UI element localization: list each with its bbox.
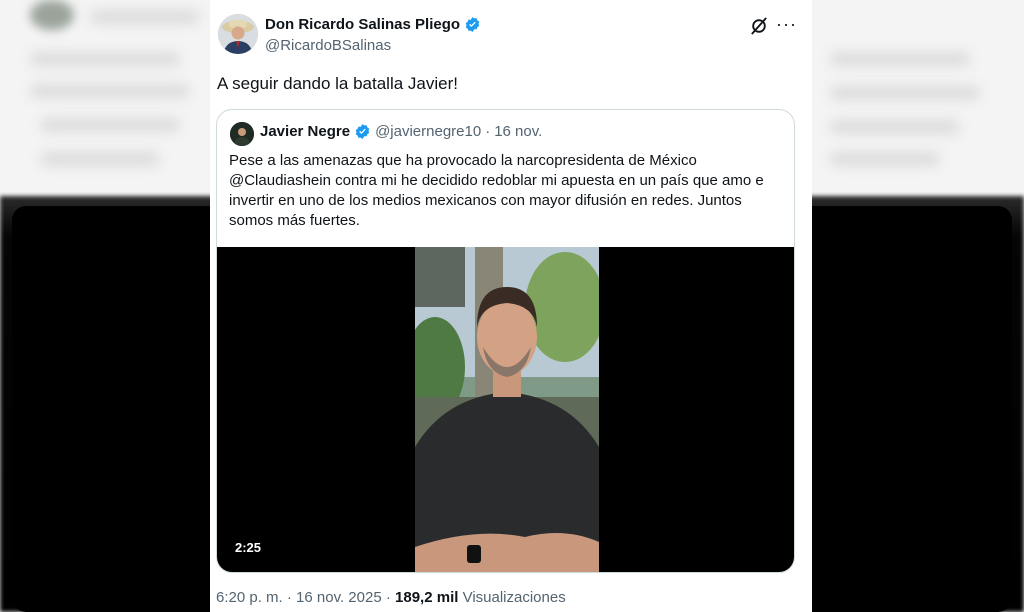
blurred-line (30, 52, 180, 66)
quoted-date[interactable]: 16 nov. (494, 123, 542, 140)
tweet-meta: 6:20 p. m. · 16 nov. 2025 · 189,2 mil Vi… (216, 589, 566, 606)
blurred-line (40, 118, 180, 132)
views-count[interactable]: 189,2 mil (395, 589, 458, 606)
video-thumbnail (415, 247, 599, 572)
separator-dot: · (286, 589, 292, 606)
author-name[interactable]: Don Ricardo Salinas Pliego (265, 16, 481, 33)
video-duration: 2:25 (235, 540, 262, 555)
blurred-line (830, 86, 980, 100)
verified-badge-icon (465, 17, 480, 32)
quoted-text: Pese a las amenazas que ha provocado la … (229, 152, 764, 229)
separator-dot: · (385, 589, 391, 606)
blurred-avatar (30, 0, 74, 30)
quoted-author-name[interactable]: Javier Negre (260, 123, 350, 140)
quoted-author-avatar[interactable] (230, 122, 254, 146)
views-label: Visualizaciones (462, 589, 566, 606)
blurred-line (830, 152, 940, 166)
tweet-text: A seguir dando la batalla Javier! (217, 74, 458, 93)
quoted-header: Javier Negre @javiernegre10 · 16 nov. (260, 123, 542, 140)
quoted-tweet[interactable]: Javier Negre @javiernegre10 · 16 nov. Pe… (216, 109, 795, 573)
blurred-line (90, 10, 200, 24)
quoted-author-handle[interactable]: @javiernegre10 (375, 123, 481, 140)
author-handle[interactable]: @RicardoBSalinas (265, 37, 391, 54)
avatar-image (218, 14, 258, 54)
quoted-avatar-image (230, 122, 254, 146)
blurred-line (830, 120, 960, 134)
video-thumbnail-image (415, 247, 599, 572)
author-name-text: Don Ricardo Salinas Pliego (265, 16, 461, 33)
author-avatar[interactable] (218, 14, 258, 54)
tweet-time[interactable]: 6:20 p. m. (216, 589, 283, 606)
tweet-card[interactable]: Don Ricardo Salinas Pliego @RicardoBSali… (210, 0, 812, 612)
video-player[interactable]: 2:25 (217, 247, 794, 572)
verified-badge-icon (355, 124, 370, 139)
tweet-date[interactable]: 16 nov. 2025 (296, 589, 382, 606)
more-options-icon[interactable]: ··· (776, 14, 796, 34)
blurred-line (30, 84, 190, 98)
blurred-line (40, 152, 160, 166)
separator-dot: · (485, 123, 491, 140)
grok-icon[interactable] (749, 16, 769, 36)
blurred-line (830, 52, 970, 66)
